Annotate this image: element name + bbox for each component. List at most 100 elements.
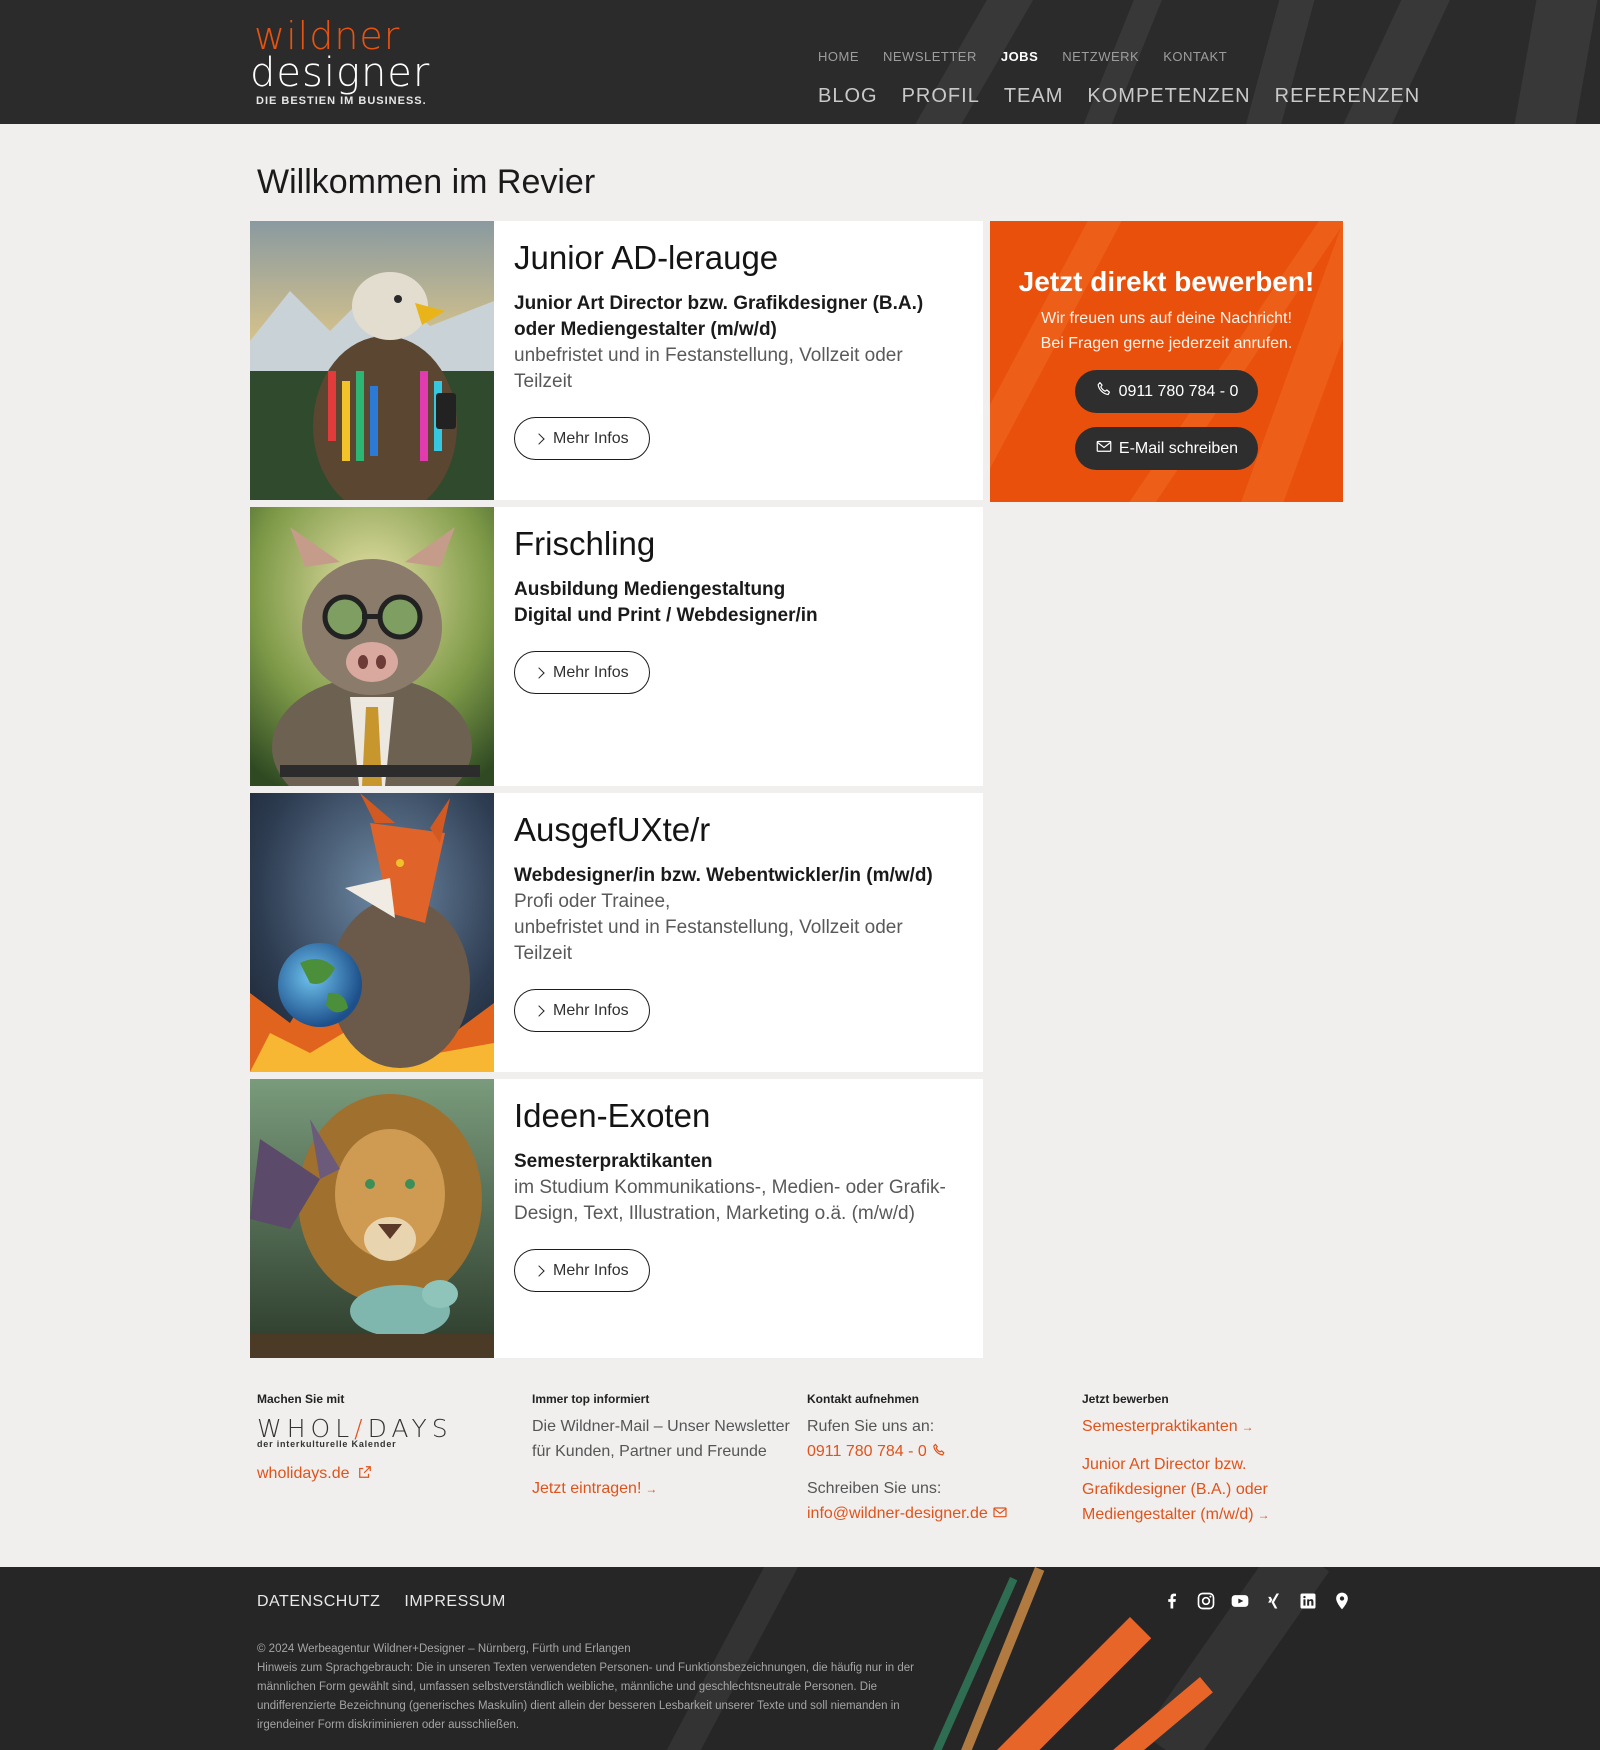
arrow-right-icon: → [1241,1420,1254,1434]
site-footer: DATENSCHUTZ IMPRESSUM © 2024 Werbeagentu… [0,1567,1600,1750]
nav-netzwerk[interactable]: NETZWERK [1062,49,1139,64]
more-info-label: Mehr Infos [553,429,629,447]
job-card: Junior AD-lerauge Junior Art Director bz… [250,221,983,500]
nav-kompetenzen[interactable]: KOMPETENZEN [1087,85,1250,108]
legal-navigation: DATENSCHUTZ IMPRESSUM [257,1593,506,1611]
call-button[interactable]: 0911 780 784 - 0 [1074,370,1259,413]
footer-heading: Immer top informiert [532,1392,650,1406]
apply-box: Jetzt direkt bewerben! Wir freuen uns au… [990,221,1343,502]
nav-newsletter[interactable]: NEWSLETTER [883,49,977,64]
chevron-right-icon [533,432,545,445]
xing-icon[interactable] [1264,1591,1284,1616]
chevron-right-icon [533,1264,545,1277]
arrow-right-icon: → [645,1482,658,1496]
more-info-button[interactable]: Mehr Infos [514,417,650,460]
footer-heading: Jetzt bewerben [1082,1392,1169,1406]
lion-image [250,1079,494,1358]
instagram-icon[interactable] [1196,1591,1216,1616]
site-header: wildner designer DIE BESTIEN IM BUSINESS… [0,0,1600,124]
job-title: Junior AD-lerauge [514,239,779,276]
boar-image [250,507,494,786]
apply-text: Bei Fragen gerne jederzeit anrufen. [1040,335,1293,352]
legal-text: © 2024 Werbeagentur Wildner+Designer – N… [257,1640,957,1735]
job-title: Ideen-Exoten [514,1097,711,1134]
logo-tagline: DIE BESTIEN IM BUSINESS. [256,95,427,107]
call-label: Rufen Sie uns an: [807,1418,935,1435]
chevron-right-icon [533,1004,545,1017]
nav-kontakt[interactable]: KONTAKT [1163,49,1227,64]
more-info-button[interactable]: Mehr Infos [514,1249,650,1292]
job-card: Frischling Ausbildung Mediengestaltung D… [250,507,983,786]
call-button-label: 0911 780 784 - 0 [1118,382,1239,400]
imprint-link[interactable]: IMPRESSUM [404,1593,505,1611]
footer-email-link[interactable]: info@wildner-designer.de [807,1501,1008,1526]
footer-column-contact: Kontakt aufnehmen Rufen Sie uns an: 0911… [807,1392,1067,1526]
wholidays-link-label: wholidays.de [257,1465,350,1482]
footer-job-label: Junior Art Director bzw. Grafikdesigner … [1082,1456,1268,1523]
phone-icon [1095,380,1113,403]
footer-phone-link[interactable]: 0911 780 784 - 0 [807,1439,947,1464]
nav-jobs[interactable]: JOBS [1001,49,1038,64]
language-notice: Hinweis zum Sprachgebrauch: Die in unser… [257,1662,914,1731]
nav-referenzen[interactable]: REFERENZEN [1275,85,1421,108]
mail-icon [992,1503,1008,1519]
job-card: AusgefUXte/r Webdesigner/in bzw. Webentw… [250,793,983,1072]
footer-column-newsletter: Immer top informiert Die Wildner-Mail – … [532,1392,792,1502]
nav-blog[interactable]: BLOG [818,85,878,108]
job-title: AusgefUXte/r [514,811,711,848]
email-button-label: E-Mail schreiben [1118,439,1239,457]
facebook-icon[interactable] [1162,1591,1182,1616]
newsletter-text: Die Wildner-Mail – Unser Newsletter für … [532,1418,790,1460]
top-navigation: HOME NEWSLETTER JOBS NETZWERK KONTAKT [818,49,1227,64]
job-description: Profi oder Trainee, [514,891,671,912]
footer-job-link[interactable]: Junior Art Director bzw. Grafikdesigner … [1082,1452,1302,1528]
chevron-right-icon [533,666,545,679]
apply-title: Jetzt direkt bewerben! [1018,266,1315,297]
map-pin-icon[interactable] [1332,1591,1352,1616]
job-subtitle: Ausbildung Mediengestaltung [514,579,786,600]
nav-team[interactable]: TEAM [1004,85,1064,108]
wholidays-tagline: der interkulturelle Kalender [257,1439,397,1449]
job-description: im Studium Kommunikations-, Medien- oder… [514,1177,946,1224]
more-info-label: Mehr Infos [553,1261,629,1279]
footer-heading: Machen Sie mit [257,1392,345,1406]
social-links [1162,1591,1352,1616]
job-description: unbefristet und in Festanstellung, Vollz… [514,345,903,392]
footer-job-label: Semesterpraktikanten [1082,1418,1238,1435]
footer-heading: Kontakt aufnehmen [807,1392,920,1406]
youtube-icon[interactable] [1230,1591,1250,1616]
job-subtitle: Semesterpraktikanten [514,1151,713,1172]
phone-icon [931,1441,947,1457]
job-subtitle: Digital und Print / Webdesigner/in [514,605,818,626]
header-decoration [1505,0,1600,124]
nav-profil[interactable]: PROFIL [902,85,980,108]
wholidays-link[interactable]: wholidays.de [257,1461,372,1486]
footer-phone-label: 0911 780 784 - 0 [807,1443,927,1460]
more-info-button[interactable]: Mehr Infos [514,989,650,1032]
logo-line-2: designer [250,50,431,96]
more-info-label: Mehr Infos [553,1001,629,1019]
linkedin-icon[interactable] [1298,1591,1318,1616]
job-subtitle: Junior Art Director bzw. Grafikdesigner … [514,293,924,340]
page-title: Willkommen im Revier [257,163,596,201]
footer-column-wholidays: Machen Sie mit WHOL/DAYS der interkultur… [257,1392,517,1486]
footer-email-label: info@wildner-designer.de [807,1505,988,1522]
footer-column-apply: Jetzt bewerben Semesterpraktikanten → Jun… [1082,1392,1302,1528]
more-info-button[interactable]: Mehr Infos [514,651,650,694]
job-card: Ideen-Exoten Semesterpraktikanten im Stu… [250,1079,983,1358]
email-button[interactable]: E-Mail schreiben [1074,427,1259,470]
nav-home[interactable]: HOME [818,49,859,64]
main-navigation: BLOG PROFIL TEAM KOMPETENZEN REFERENZEN [818,85,1420,108]
copyright: © 2024 Werbeagentur Wildner+Designer – N… [257,1643,631,1655]
footer-job-link[interactable]: Semesterpraktikanten → [1082,1414,1254,1440]
newsletter-signup-label: Jetzt eintragen! [532,1480,642,1497]
apply-text: Wir freuen uns auf deine Nachricht! [1041,310,1292,327]
mail-icon [1095,437,1113,460]
privacy-link[interactable]: DATENSCHUTZ [257,1593,380,1611]
site-logo[interactable]: wildner designer DIE BESTIEN IM BUSINESS… [250,14,429,114]
newsletter-signup-link[interactable]: Jetzt eintragen! → [532,1476,657,1502]
fox-image [250,793,494,1072]
job-subtitle: Webdesigner/in bzw. Webentwickler/in (m/… [514,865,933,886]
job-title: Frischling [514,525,656,562]
arrow-right-icon: → [1257,1508,1270,1522]
